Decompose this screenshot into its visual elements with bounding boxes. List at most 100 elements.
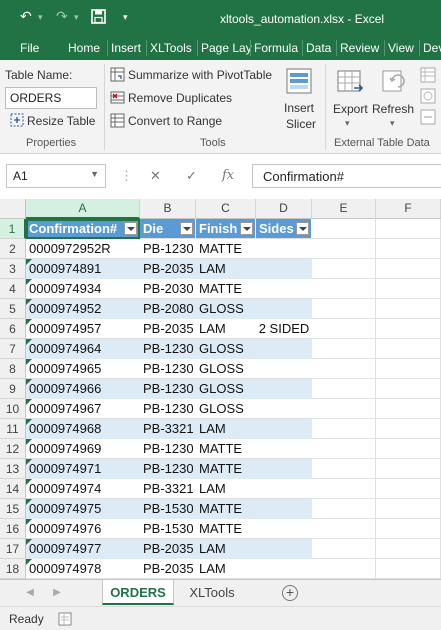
sheet-tab-orders[interactable]: ORDERS — [102, 580, 174, 605]
row-header[interactable]: 13 — [0, 459, 26, 479]
remove-duplicates-button[interactable]: Remove Duplicates — [128, 91, 232, 105]
table-cell[interactable]: PB-2035 — [140, 319, 196, 339]
cell[interactable] — [312, 279, 376, 299]
insert-function-icon[interactable]: fx — [222, 168, 234, 183]
cell[interactable] — [312, 319, 376, 339]
table-cell[interactable] — [256, 419, 312, 439]
table-cell[interactable] — [256, 399, 312, 419]
table-cell[interactable]: 0000974977 — [26, 539, 140, 559]
table-cell[interactable]: 0000974965 — [26, 359, 140, 379]
cell[interactable] — [312, 379, 376, 399]
table-cell[interactable]: 0000974978 — [26, 559, 140, 579]
refresh-button[interactable]: Refresh — [372, 102, 414, 116]
table-cell[interactable]: LAM — [196, 419, 256, 439]
tab-page-layout[interactable]: Page Lay — [201, 41, 252, 55]
name-box[interactable]: A1 ▼ — [6, 164, 106, 188]
cell[interactable] — [312, 339, 376, 359]
row-header[interactable]: 16 — [0, 519, 26, 539]
table-header-cell[interactable]: Confirmation# — [26, 219, 140, 239]
row-header[interactable]: 9 — [0, 379, 26, 399]
cell[interactable] — [312, 399, 376, 419]
cell[interactable] — [376, 339, 441, 359]
enter-icon[interactable]: ✓ — [186, 168, 197, 184]
cell[interactable] — [312, 559, 376, 579]
table-cell[interactable] — [256, 439, 312, 459]
column-header-c[interactable]: C — [196, 199, 256, 219]
table-cell[interactable]: 0000974974 — [26, 479, 140, 499]
cell[interactable] — [312, 259, 376, 279]
sheet-tab-xltools[interactable]: XLTools — [178, 580, 246, 605]
table-cell[interactable]: 0000974957 — [26, 319, 140, 339]
column-header-a[interactable]: A — [26, 199, 140, 219]
column-header-b[interactable]: B — [140, 199, 196, 219]
cell[interactable] — [376, 419, 441, 439]
table-cell[interactable] — [256, 559, 312, 579]
select-all-corner[interactable] — [0, 199, 26, 219]
table-header-cell[interactable]: Sides — [256, 219, 312, 239]
open-in-browser-icon[interactable] — [420, 88, 436, 104]
table-cell[interactable]: 0000972952R — [26, 239, 140, 259]
table-cell[interactable] — [256, 259, 312, 279]
table-cell[interactable] — [256, 239, 312, 259]
cell[interactable] — [376, 439, 441, 459]
cell[interactable] — [312, 499, 376, 519]
unlink-icon[interactable] — [420, 109, 436, 125]
table-cell[interactable]: 0000974976 — [26, 519, 140, 539]
table-cell[interactable]: MATTE — [196, 459, 256, 479]
tab-view[interactable]: View — [388, 41, 414, 55]
table-cell[interactable]: PB-3321 — [140, 479, 196, 499]
table-cell[interactable]: 0000974891 — [26, 259, 140, 279]
scroll-tabs-right-icon[interactable]: ▶ — [47, 580, 67, 605]
properties-icon[interactable] — [420, 67, 436, 83]
table-cell[interactable]: PB-1230 — [140, 239, 196, 259]
table-cell[interactable]: 0000974966 — [26, 379, 140, 399]
customize-qat-icon[interactable]: ▾ — [123, 12, 128, 23]
table-cell[interactable]: LAM — [196, 539, 256, 559]
table-cell[interactable]: GLOSS — [196, 399, 256, 419]
table-cell[interactable]: PB-1230 — [140, 359, 196, 379]
redo-icon[interactable]: ↷ — [56, 8, 68, 25]
table-header-cell[interactable]: Die — [140, 219, 196, 239]
table-cell[interactable]: 0000974968 — [26, 419, 140, 439]
row-header[interactable]: 7 — [0, 339, 26, 359]
table-header-cell[interactable]: Finish — [196, 219, 256, 239]
row-header[interactable]: 1 — [0, 219, 26, 239]
cell[interactable] — [376, 539, 441, 559]
table-cell[interactable]: 0000974964 — [26, 339, 140, 359]
cell[interactable] — [376, 479, 441, 499]
table-cell[interactable]: 0000974975 — [26, 499, 140, 519]
summarize-pivot-button[interactable]: Summarize with PivotTable — [128, 68, 272, 82]
table-cell[interactable]: 0000974971 — [26, 459, 140, 479]
table-cell[interactable]: MATTE — [196, 439, 256, 459]
row-header[interactable]: 11 — [0, 419, 26, 439]
cell[interactable] — [312, 479, 376, 499]
table-cell[interactable]: PB-1530 — [140, 499, 196, 519]
table-cell[interactable]: 0000974969 — [26, 439, 140, 459]
name-box-dropdown-icon[interactable]: ▼ — [90, 169, 99, 179]
row-header[interactable]: 17 — [0, 539, 26, 559]
table-cell[interactable]: MATTE — [196, 239, 256, 259]
row-header[interactable]: 18 — [0, 559, 26, 579]
table-cell[interactable]: PB-1230 — [140, 379, 196, 399]
cell[interactable] — [312, 519, 376, 539]
row-header[interactable]: 3 — [0, 259, 26, 279]
row-header[interactable]: 5 — [0, 299, 26, 319]
row-header[interactable]: 2 — [0, 239, 26, 259]
row-header[interactable]: 10 — [0, 399, 26, 419]
cell[interactable] — [312, 239, 376, 259]
cell[interactable] — [376, 499, 441, 519]
table-cell[interactable] — [256, 279, 312, 299]
table-cell[interactable]: PB-1230 — [140, 439, 196, 459]
tab-home[interactable]: Home — [68, 41, 100, 55]
filter-dropdown-icon[interactable] — [240, 222, 253, 235]
table-cell[interactable]: PB-2035 — [140, 539, 196, 559]
filter-dropdown-icon[interactable] — [124, 222, 137, 235]
table-cell[interactable]: GLOSS — [196, 359, 256, 379]
tab-review[interactable]: Review — [340, 41, 379, 55]
table-cell[interactable]: MATTE — [196, 499, 256, 519]
table-name-input[interactable]: ORDERS — [5, 87, 97, 109]
column-header-e[interactable]: E — [312, 199, 376, 219]
tab-data[interactable]: Data — [306, 41, 331, 55]
scroll-tabs-left-icon[interactable]: ◀ — [20, 580, 40, 605]
cell[interactable] — [376, 279, 441, 299]
